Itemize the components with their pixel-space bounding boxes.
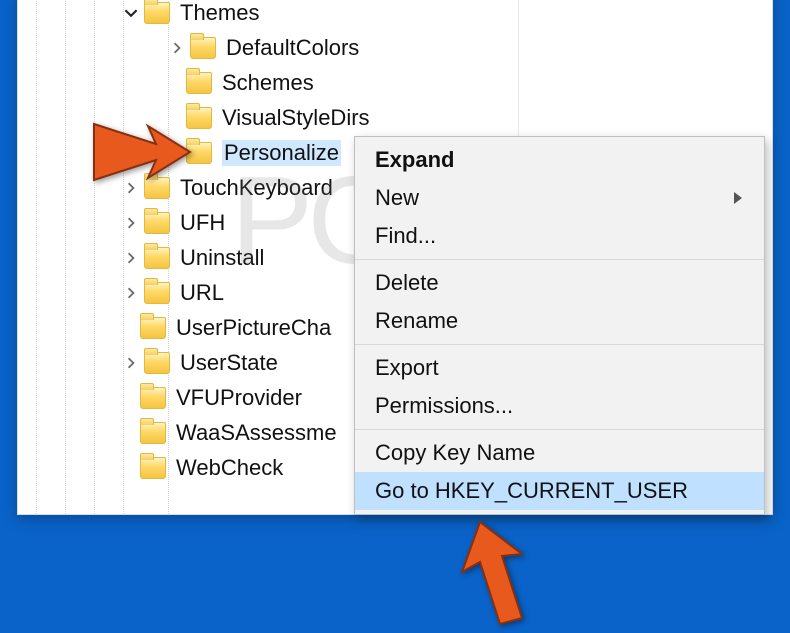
folder-icon — [144, 282, 170, 304]
menu-item-label: Find... — [375, 223, 436, 249]
tree-label: VFUProvider — [176, 387, 302, 409]
chevron-right-icon[interactable] — [122, 249, 140, 267]
menu-item-goto-hkcu[interactable]: Go to HKEY_CURRENT_USER — [355, 472, 764, 510]
tree-label: UserPictureCha — [176, 317, 331, 339]
menu-item-label: Rename — [375, 308, 458, 334]
annotation-arrow-icon — [440, 518, 530, 628]
menu-item-label: Delete — [375, 270, 439, 296]
chevron-right-icon[interactable] — [122, 214, 140, 232]
tree-label: UFH — [180, 212, 225, 234]
folder-icon — [144, 352, 170, 374]
menu-item-label: Copy Key Name — [375, 440, 535, 466]
menu-item-label: Export — [375, 355, 439, 381]
menu-item-permissions[interactable]: Permissions... — [355, 387, 764, 425]
tree-label: WaaSAssessme — [176, 422, 337, 444]
tree-label: TouchKeyboard — [180, 177, 333, 199]
tree-label: Schemes — [222, 72, 314, 94]
chevron-down-icon[interactable] — [122, 4, 140, 22]
menu-item-find[interactable]: Find... — [355, 217, 764, 255]
tree-node-themes[interactable]: Themes — [18, 0, 518, 30]
folder-icon — [140, 457, 166, 479]
tree-label: Uninstall — [180, 247, 264, 269]
menu-item-expand[interactable]: Expand — [355, 141, 764, 179]
folder-icon — [186, 72, 212, 94]
menu-item-label: Go to HKEY_CURRENT_USER — [375, 478, 688, 504]
folder-icon — [144, 2, 170, 24]
menu-separator — [355, 429, 764, 430]
tree-label: UserState — [180, 352, 278, 374]
submenu-arrow-icon — [734, 192, 744, 204]
menu-item-new[interactable]: New — [355, 179, 764, 217]
tree-label: URL — [180, 282, 224, 304]
folder-icon — [140, 422, 166, 444]
menu-item-label: Permissions... — [375, 393, 513, 419]
menu-item-export[interactable]: Export — [355, 349, 764, 387]
menu-separator — [355, 259, 764, 260]
menu-item-label: Expand — [375, 147, 454, 173]
menu-item-label: New — [375, 185, 419, 211]
chevron-right-icon[interactable] — [122, 354, 140, 372]
tree-label: DefaultColors — [226, 37, 359, 59]
menu-item-copy-key-name[interactable]: Copy Key Name — [355, 434, 764, 472]
tree-label-selected: Personalize — [222, 140, 341, 166]
menu-item-delete[interactable]: Delete — [355, 264, 764, 302]
tree-label: VisualStyleDirs — [222, 107, 370, 129]
menu-item-rename[interactable]: Rename — [355, 302, 764, 340]
menu-separator — [355, 344, 764, 345]
chevron-right-icon[interactable] — [168, 39, 186, 57]
folder-icon — [190, 37, 216, 59]
folder-icon — [140, 387, 166, 409]
folder-icon — [144, 247, 170, 269]
context-menu: Expand New Find... Delete Rename Export … — [354, 136, 765, 515]
tree-label: WebCheck — [176, 457, 283, 479]
tree-label: Themes — [180, 2, 259, 24]
tree-node-schemes[interactable]: Schemes — [18, 65, 518, 100]
folder-icon — [144, 212, 170, 234]
annotation-arrow-icon — [86, 116, 192, 188]
folder-icon — [140, 317, 166, 339]
tree-node-defaultcolors[interactable]: DefaultColors — [18, 30, 518, 65]
chevron-right-icon[interactable] — [122, 284, 140, 302]
